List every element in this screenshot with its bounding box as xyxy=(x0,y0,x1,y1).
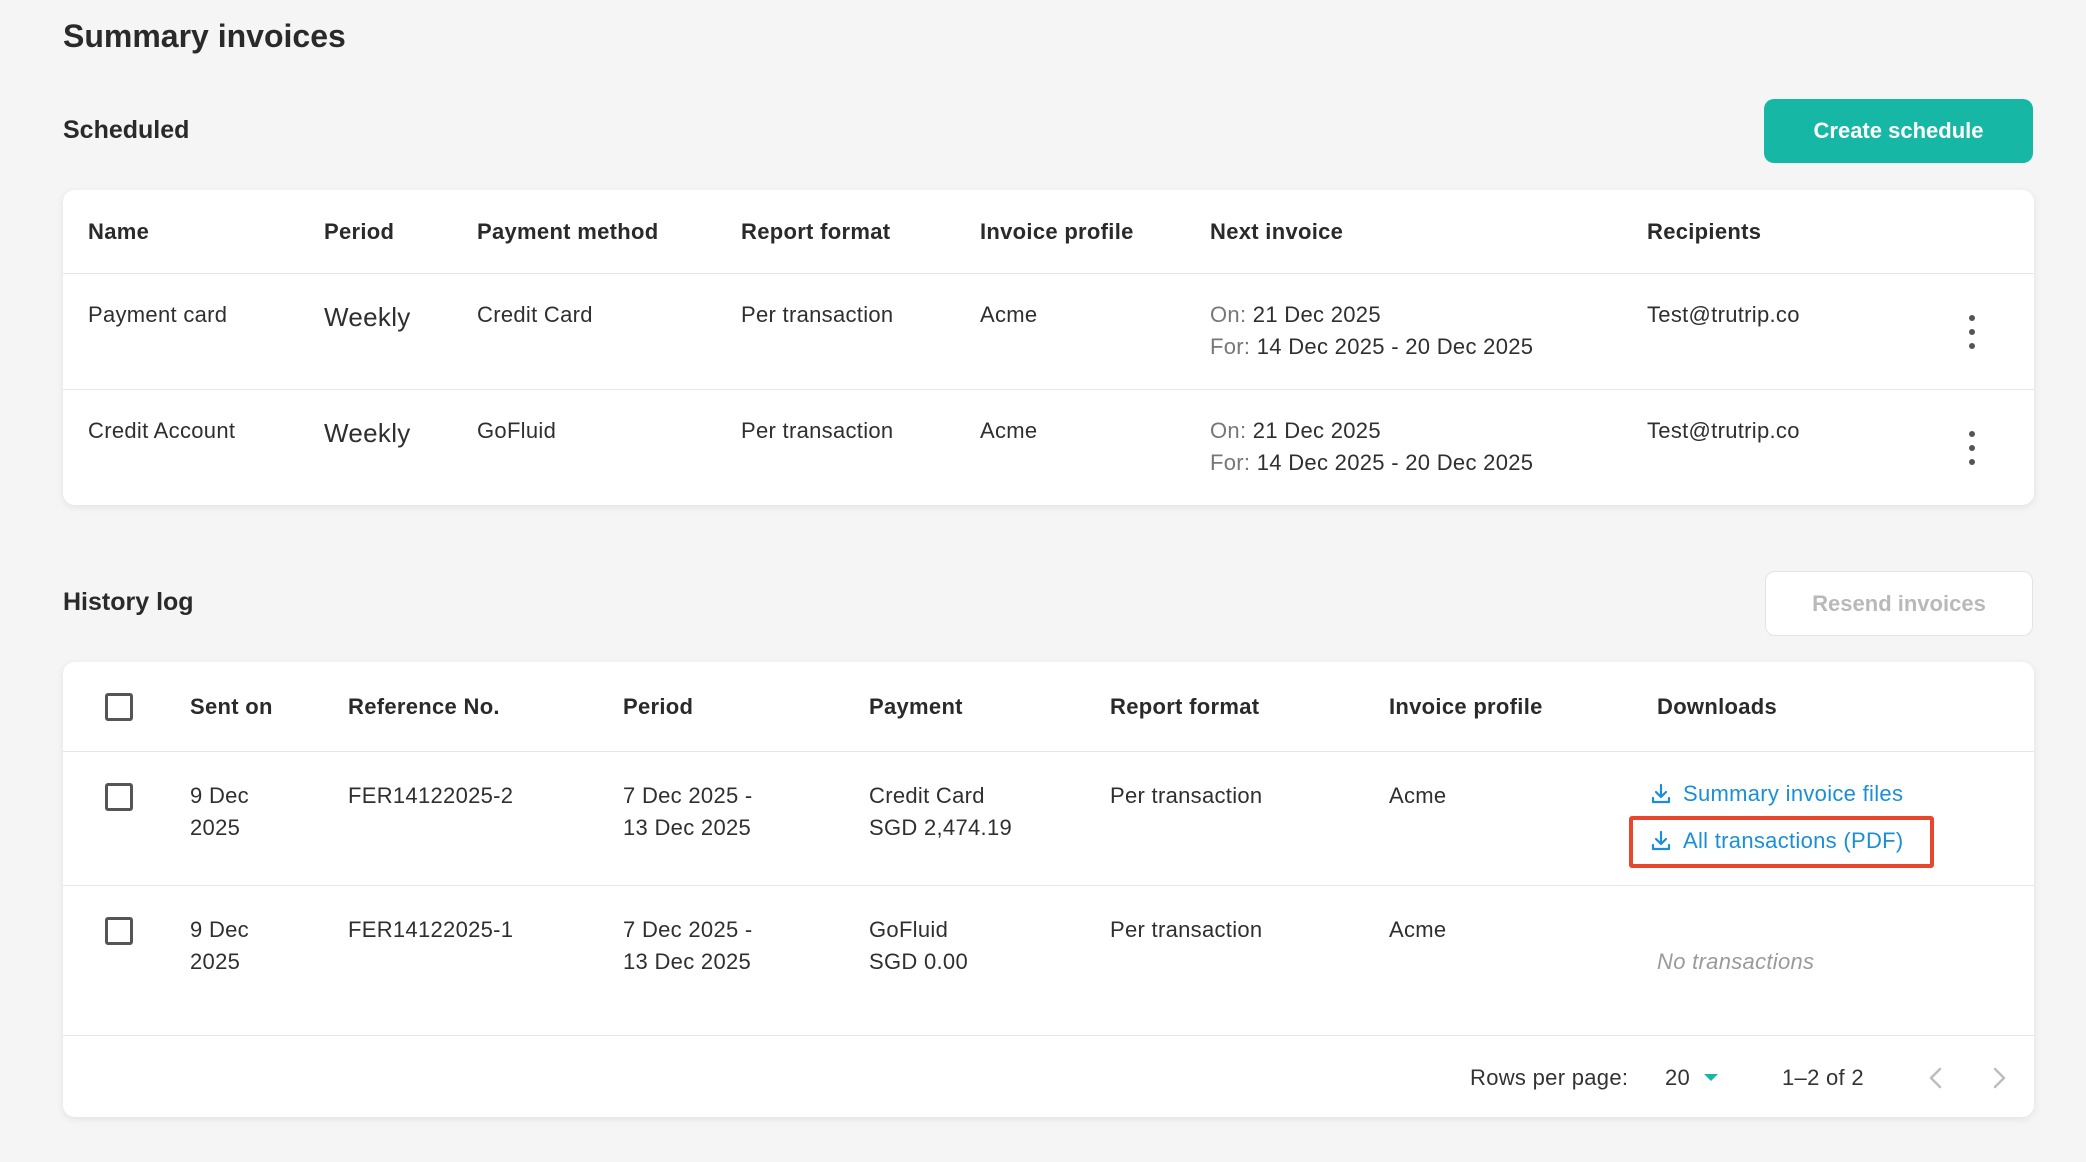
table-row: Credit Account Weekly GoFluid Per transa… xyxy=(63,390,2034,505)
column-header-payment-method: Payment method xyxy=(477,219,659,244)
resend-invoices-button[interactable]: Resend invoices xyxy=(1765,571,2033,636)
column-header-report-format: Report format xyxy=(741,219,891,244)
column-header-payment: Payment xyxy=(869,694,963,719)
scheduled-table: Name Period Payment method Report format… xyxy=(63,190,2034,505)
table-row: 9 Dec 2025 FER14122025-2 7 Dec 2025 - 13… xyxy=(63,752,2034,886)
select-all-checkbox[interactable] xyxy=(105,693,133,721)
column-header-downloads: Downloads xyxy=(1657,694,1778,719)
rows-per-page-value: 20 xyxy=(1665,1065,1691,1090)
report-format: Per transaction xyxy=(1110,917,1263,942)
history-table-header: Sent on Reference No. Period Payment Rep… xyxy=(63,662,2034,752)
create-schedule-button[interactable]: Create schedule xyxy=(1764,99,2033,163)
next-invoice-for: For: 14 Dec 2025 - 20 Dec 2025 xyxy=(1210,447,1533,479)
more-options-icon[interactable] xyxy=(1962,431,1982,465)
row-checkbox[interactable] xyxy=(105,917,133,945)
column-header-sent-on: Sent on xyxy=(190,694,273,719)
all-transactions-pdf-label: All transactions (PDF) xyxy=(1683,828,1904,853)
sent-on-date: 9 Dec xyxy=(190,783,249,808)
download-icon xyxy=(1651,830,1671,851)
on-label: On: xyxy=(1210,418,1247,443)
table-row: Payment card Weekly Credit Card Per tran… xyxy=(63,274,2034,390)
schedule-invoice-profile: Acme xyxy=(980,302,1038,327)
for-value: 14 Dec 2025 - 20 Dec 2025 xyxy=(1256,450,1534,475)
no-transactions-text: No transactions xyxy=(1657,949,1815,974)
for-label: For: xyxy=(1210,334,1251,359)
rows-per-page-select[interactable]: 20 xyxy=(1665,1062,1720,1094)
schedule-name: Credit Account xyxy=(88,418,236,443)
rows-per-page-label: Rows per page: xyxy=(1470,1065,1629,1090)
scheduled-section-title: Scheduled xyxy=(63,116,190,144)
schedule-payment-method: GoFluid xyxy=(477,418,557,443)
schedule-period: Weekly xyxy=(324,302,411,332)
table-row: 9 Dec 2025 FER14122025-1 7 Dec 2025 - 13… xyxy=(63,886,2034,1036)
on-value: 21 Dec 2025 xyxy=(1252,302,1381,327)
invoice-profile: Acme xyxy=(1389,917,1447,942)
reference-number: FER14122025-2 xyxy=(348,783,514,808)
history-table: Sent on Reference No. Period Payment Rep… xyxy=(63,662,2034,1117)
chevron-right-icon[interactable] xyxy=(1989,1066,2009,1090)
column-header-invoice-profile: Invoice profile xyxy=(980,219,1134,244)
sent-on-year: 2025 xyxy=(190,815,241,840)
pagination-bar: Rows per page: 20 1–2 of 2 xyxy=(63,1036,2034,1117)
schedule-name: Payment card xyxy=(88,302,228,327)
column-header-period: Period xyxy=(324,219,395,244)
column-header-recipients: Recipients xyxy=(1647,219,1762,244)
sent-on-date: 9 Dec xyxy=(190,917,249,942)
download-icon xyxy=(1651,783,1671,804)
schedule-report-format: Per transaction xyxy=(741,302,894,327)
chevron-left-icon[interactable] xyxy=(1926,1066,1946,1090)
column-header-report-format: Report format xyxy=(1110,694,1260,719)
all-transactions-pdf-link[interactable]: All transactions (PDF) xyxy=(1649,828,1904,854)
next-invoice-on: On: 21 Dec 2025 xyxy=(1210,299,1381,331)
report-format: Per transaction xyxy=(1110,783,1263,808)
schedule-recipients: Test@trutrip.co xyxy=(1647,302,1800,327)
on-value: 21 Dec 2025 xyxy=(1252,418,1381,443)
history-section-title: History log xyxy=(63,588,194,616)
period-end: 13 Dec 2025 xyxy=(623,949,752,974)
more-options-icon[interactable] xyxy=(1962,315,1982,349)
page-title: Summary invoices xyxy=(63,18,346,54)
column-header-reference: Reference No. xyxy=(348,694,500,719)
payment-amount: SGD 0.00 xyxy=(869,949,969,974)
payment-amount: SGD 2,474.19 xyxy=(869,815,1013,840)
column-header-period: Period xyxy=(623,694,694,719)
schedule-recipients: Test@trutrip.co xyxy=(1647,418,1800,443)
period-start: 7 Dec 2025 - xyxy=(623,783,753,808)
reference-number: FER14122025-1 xyxy=(348,917,514,942)
next-invoice-on: On: 21 Dec 2025 xyxy=(1210,415,1381,447)
summary-invoice-files-label: Summary invoice files xyxy=(1683,781,1904,806)
summary-invoice-files-link[interactable]: Summary invoice files xyxy=(1649,781,1903,807)
on-label: On: xyxy=(1210,302,1247,327)
period-end: 13 Dec 2025 xyxy=(623,815,752,840)
column-header-name: Name xyxy=(88,219,150,244)
next-invoice-for: For: 14 Dec 2025 - 20 Dec 2025 xyxy=(1210,331,1533,363)
sent-on-year: 2025 xyxy=(190,949,241,974)
payment-method: Credit Card xyxy=(869,783,985,808)
scheduled-table-header: Name Period Payment method Report format… xyxy=(63,190,2034,274)
column-header-next-invoice: Next invoice xyxy=(1210,219,1344,244)
column-header-invoice-profile: Invoice profile xyxy=(1389,694,1543,719)
caret-down-icon xyxy=(1704,1074,1719,1081)
schedule-payment-method: Credit Card xyxy=(477,302,593,327)
for-label: For: xyxy=(1210,450,1251,475)
payment-method: GoFluid xyxy=(869,917,949,942)
invoice-profile: Acme xyxy=(1389,783,1447,808)
row-checkbox[interactable] xyxy=(105,783,133,811)
schedule-report-format: Per transaction xyxy=(741,418,894,443)
schedule-invoice-profile: Acme xyxy=(980,418,1038,443)
period-start: 7 Dec 2025 - xyxy=(623,917,753,942)
for-value: 14 Dec 2025 - 20 Dec 2025 xyxy=(1256,334,1534,359)
schedule-period: Weekly xyxy=(324,418,411,448)
page-range: 1–2 of 2 xyxy=(1782,1065,1864,1090)
